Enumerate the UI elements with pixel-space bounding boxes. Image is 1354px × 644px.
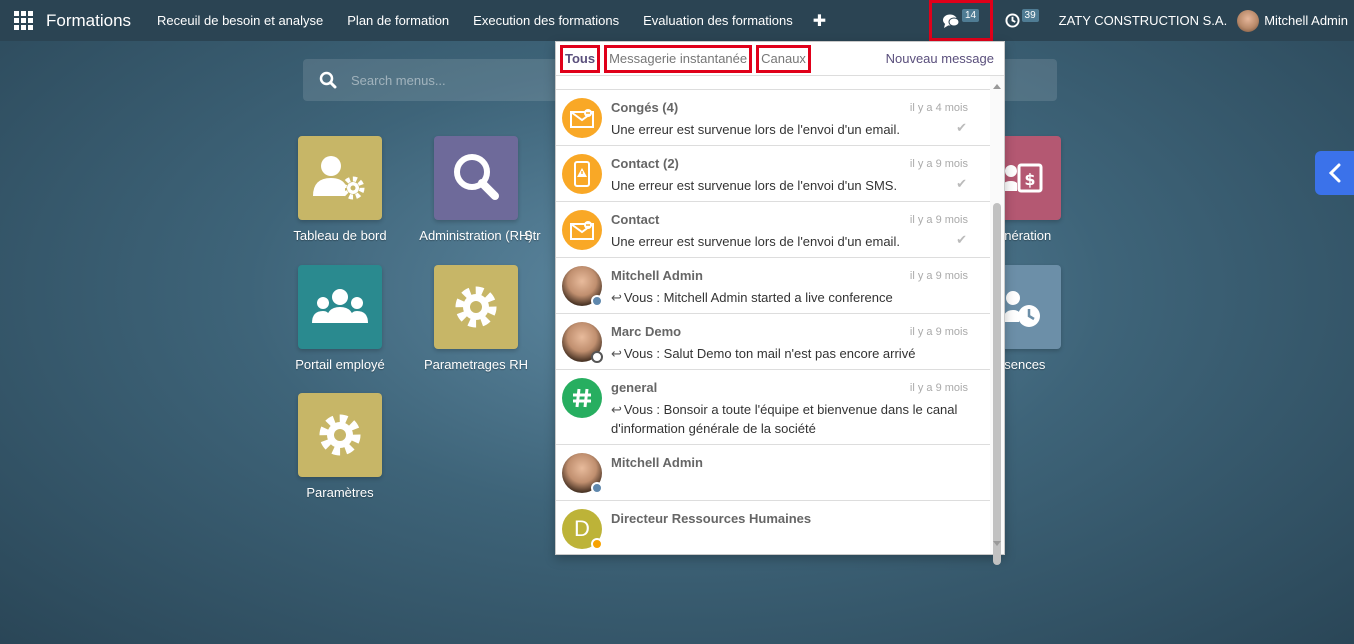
reply-arrow-icon: ↩ <box>611 346 622 361</box>
activity-counter-badge: 39 <box>1021 9 1039 22</box>
preview-date: il y a 9 mois <box>909 158 968 170</box>
app-brand[interactable]: Formations <box>46 11 131 31</box>
app-label: Paramètres <box>306 485 374 500</box>
app-label: Administration (RH) <box>419 228 533 243</box>
chat-counter-badge: 14 <box>961 9 980 22</box>
user-name: Mitchell Admin <box>1264 13 1348 28</box>
filter-all-tab[interactable]: Tous <box>560 44 601 73</box>
magnifier-icon <box>434 136 518 220</box>
activity-menu-button[interactable]: 39 <box>995 0 1049 41</box>
app-menu-grid-icon[interactable] <box>0 0 46 41</box>
app-label: Parametrages RH <box>423 357 529 372</box>
expand-side-panel-button[interactable] <box>1315 151 1354 195</box>
team-users-icon <box>298 265 382 349</box>
envelope-error-icon <box>562 210 602 250</box>
app-label: Tableau de bord <box>293 228 387 243</box>
clock-icon <box>1005 13 1020 28</box>
user-menu[interactable]: Mitchell Admin <box>1237 9 1354 32</box>
gear-icon <box>298 393 382 477</box>
preview-title: Directeur Ressources Humaines <box>611 511 812 526</box>
messaging-dropdown: Tous Messagerie instantanée Canaux Nouve… <box>555 41 1005 565</box>
online-status-icon <box>591 482 603 494</box>
user-avatar <box>1237 9 1260 32</box>
add-menu-plus-icon[interactable]: ✚ <box>805 11 834 31</box>
message-preview[interactable]: Marc Demo ↩ Vous : Salut Demo ton mail n'… <box>556 314 992 370</box>
phone-warning-icon <box>562 154 602 194</box>
preview-message: ↩ Vous : Mitchell Admin started a live co… <box>611 290 893 305</box>
chevron-left-icon <box>1328 163 1340 183</box>
message-preview-list: Congés (4) Une erreur est survenue lors … <box>556 76 992 554</box>
company-switcher[interactable]: ZATY CONSTRUCTION S.A. <box>1049 13 1238 28</box>
message-preview[interactable]: general ↩ Vous : Bonsoir a toute l'équipe… <box>556 370 992 445</box>
message-preview[interactable]: Mitchell Admin <box>556 445 992 501</box>
preview-message: Une erreur est survenue lors de l'envoi … <box>611 178 898 193</box>
preview-title: Mitchell Admin <box>611 455 703 470</box>
app-label: Str <box>524 228 541 243</box>
preview-date: il y a 4 mois <box>909 102 968 114</box>
scroll-down-arrow-icon[interactable] <box>993 541 1001 546</box>
app-portail-employe[interactable]: Portail employé <box>280 265 400 372</box>
away-status-icon <box>591 538 603 550</box>
reply-arrow-icon: ↩ <box>611 290 622 305</box>
gear-icon <box>434 265 518 349</box>
avatar-initial: D <box>574 516 590 541</box>
message-preview[interactable]: Mitchell Admin ↩ Vous : Mitchell Admin st… <box>556 258 992 314</box>
mark-as-read-check-icon[interactable]: ✔ <box>956 232 967 248</box>
envelope-error-icon <box>562 98 602 138</box>
filter-chat-tab[interactable]: Messagerie instantanée <box>604 44 753 73</box>
offline-status-icon <box>591 351 603 363</box>
mark-as-read-check-icon[interactable]: ✔ <box>956 120 967 136</box>
preview-message: Une erreur est survenue lors de l'envoi … <box>611 122 900 137</box>
preview-date: il y a 9 mois <box>909 382 968 394</box>
app-parametrages-rh[interactable]: Parametrages RH <box>416 265 536 372</box>
app-administration-rh[interactable]: Administration (RH) <box>416 136 536 243</box>
previous-preview-partial <box>556 76 992 90</box>
avatar: D <box>562 509 603 550</box>
messaging-filter-bar: Tous Messagerie instantanée Canaux Nouve… <box>556 42 1004 76</box>
menu-evaluation[interactable]: Evaluation des formations <box>631 13 805 28</box>
dashboard-user-gear-icon <box>298 136 382 220</box>
preview-message: Une erreur est survenue lors de l'envoi … <box>611 234 900 249</box>
navbar: Formations Receuil de besoin et analyse … <box>0 0 1354 41</box>
message-preview[interactable]: Congés (4) Une erreur est survenue lors … <box>556 90 992 146</box>
menu-receuil[interactable]: Receuil de besoin et analyse <box>145 13 335 28</box>
svg-text:$: $ <box>1024 170 1035 189</box>
preview-date: il y a 9 mois <box>909 326 968 338</box>
scrollbar-thumb[interactable] <box>993 203 1001 565</box>
message-preview[interactable]: Contact Une erreur est survenue lors de … <box>556 202 992 258</box>
message-preview[interactable]: D Directeur Ressources Humaines <box>556 501 992 554</box>
filter-channels-tab[interactable]: Canaux <box>756 44 811 73</box>
messaging-menu-button[interactable]: 14 <box>928 0 993 41</box>
scrollbar[interactable] <box>990 76 1004 565</box>
app-str-partial[interactable]: Str <box>524 136 556 243</box>
preview-message: ↩ Vous : Salut Demo ton mail n'est pas en… <box>611 346 916 361</box>
scroll-up-arrow-icon[interactable] <box>993 84 1001 89</box>
preview-message: ↩ Vous : Bonsoir a toute l'équipe et bien… <box>611 402 958 436</box>
online-status-icon <box>591 295 603 307</box>
hashtag-channel-icon <box>562 378 602 418</box>
avatar <box>562 453 603 494</box>
avatar <box>562 266 603 307</box>
app-parametres[interactable]: Paramètres <box>280 393 400 500</box>
avatar <box>562 322 603 363</box>
reply-arrow-icon: ↩ <box>611 402 622 417</box>
app-label: Portail employé <box>295 357 385 372</box>
new-message-button[interactable]: Nouveau message <box>886 51 994 66</box>
chat-icon <box>942 14 960 28</box>
mark-as-read-check-icon[interactable]: ✔ <box>956 176 967 192</box>
preview-date: il y a 9 mois <box>909 214 968 226</box>
search-icon <box>319 71 337 89</box>
preview-date: il y a 9 mois <box>909 270 968 282</box>
app-tableau-de-bord[interactable]: Tableau de bord <box>280 136 400 243</box>
menu-execution[interactable]: Execution des formations <box>461 13 631 28</box>
message-preview[interactable]: Contact (2) Une erreur est survenue lors… <box>556 146 992 202</box>
menu-plan[interactable]: Plan de formation <box>335 13 461 28</box>
